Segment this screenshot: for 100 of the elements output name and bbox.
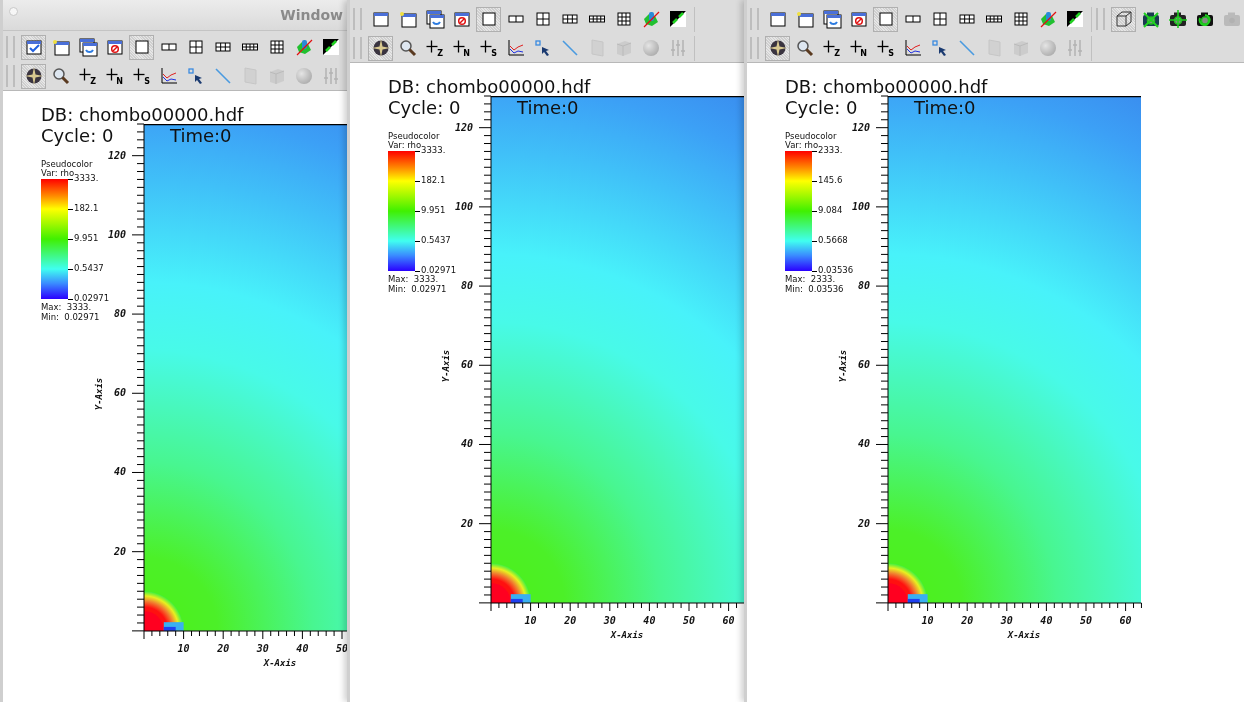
- plus-icon: [425, 39, 438, 53]
- invert-icon: [667, 9, 688, 29]
- toolbar-handle[interactable]: [750, 37, 759, 59]
- render-canvas[interactable]: 120 100 80 60 40 20 10 20 30 40 50 60 X-Axis Y-Axis DB: chombo00000.hdf Cycle: 0 Time:0 Pseudocolor Var: rho2333. 145.6 9.084 0.5668 0.03536 Max: 2333. Min: 0.03536: [747, 63, 1244, 702]
- legend-title: Pseudocolor: [388, 132, 440, 141]
- y-tick-label: 20: [857, 518, 870, 529]
- legend-label: 0.03536: [812, 266, 854, 275]
- legend-label: 0.5437: [68, 264, 104, 273]
- new-window-icon: [50, 37, 71, 57]
- x-tick-label: 60: [722, 615, 735, 626]
- legend-min: Min: 0.02971: [41, 313, 100, 322]
- low-density-region: [907, 594, 928, 603]
- pick-button[interactable]: Z: [819, 35, 844, 61]
- toolbar-button[interactable]: [765, 35, 790, 61]
- toolbar-handle[interactable]: [6, 65, 15, 87]
- legend-label: 0.5437: [415, 236, 451, 245]
- render-canvas[interactable]: 120 100 80 60 40 20 10 20 30 40 50 X-Axis Y-Axis DB: chombo00000.hdf Cycle: 0 Time:0 Pseudocolor Var: rho3333. 182.1 9.951 0.5437 0.02971 Max: 3333. Min: 0.02971: [3, 91, 347, 702]
- window-icon: [370, 9, 391, 29]
- clone-window-icon: [424, 9, 445, 29]
- y-tick-label: 80: [460, 281, 473, 292]
- y-tick-label: 100: [454, 201, 473, 212]
- plus-icon: [452, 39, 465, 53]
- x-axis-title: X-Axis: [610, 630, 644, 640]
- legend-variable: Var: rho: [785, 141, 819, 150]
- x-tick-label: 10: [177, 643, 190, 654]
- legend-label: 0.5668: [812, 236, 848, 245]
- peak-density-region: [491, 583, 511, 603]
- checked-window-icon: [23, 37, 44, 57]
- y-tick-label: 40: [857, 439, 870, 450]
- camera-icon: [1167, 9, 1188, 29]
- y-axis-title: Y-Axis: [441, 349, 451, 383]
- toolbar-handle[interactable]: [6, 36, 15, 58]
- y-tick-label: 60: [857, 360, 870, 371]
- y-tick-label: 80: [113, 309, 126, 320]
- peak-density-region: [888, 583, 908, 603]
- pick-button[interactable]: N: [102, 63, 127, 89]
- sphere-icon: [1037, 38, 1058, 58]
- y-tick-label: 80: [857, 281, 870, 292]
- plus-icon: [876, 39, 889, 53]
- legend-label: 9.084: [812, 206, 843, 215]
- invert-icon: [1064, 9, 1085, 29]
- legend-max: Max: 3333.: [41, 303, 92, 312]
- render-canvas[interactable]: 120 100 80 60 40 20 10 20 30 40 50 60 X-Axis Y-Axis DB: chombo00000.hdf Cycle: 0 Time:0 Pseudocolor Var: rho3333. 182.1 9.951 0.5437 0.02971 Max: 3333. Min: 0.02971: [350, 63, 744, 702]
- zoom-icon: [794, 38, 815, 58]
- legend-label: 0.02971: [415, 266, 457, 275]
- x-tick-label: 30: [256, 643, 269, 654]
- pick-button[interactable]: Z: [422, 35, 447, 61]
- zoom-icon: [397, 38, 418, 58]
- pick-button[interactable]: S: [129, 63, 154, 89]
- legend-variable: Var: rho: [41, 169, 75, 178]
- pick-button[interactable]: Z: [75, 63, 100, 89]
- cycle-label: Cycle: 0: [41, 127, 114, 145]
- y-tick-label: 20: [460, 518, 473, 529]
- plus-icon: [822, 39, 835, 53]
- cube-icon: [1113, 9, 1134, 29]
- x-tick-label: 40: [1040, 615, 1053, 626]
- x-axis-title: X-Axis: [263, 658, 297, 668]
- pick-button[interactable]: N: [449, 35, 474, 61]
- window-icon: [767, 9, 788, 29]
- sphere-icon: [293, 66, 314, 86]
- y-tick-label: 100: [107, 229, 126, 240]
- x-tick-label: 10: [524, 615, 537, 626]
- legend-label: 9.951: [68, 234, 99, 243]
- time-label: Time:0: [914, 99, 976, 117]
- clone-window-icon: [77, 37, 98, 57]
- pick-button[interactable]: S: [476, 35, 501, 61]
- toolbar-handle[interactable]: [353, 8, 362, 30]
- toolbar-button[interactable]: [368, 35, 393, 61]
- legend-max: Max: 2333.: [785, 275, 836, 284]
- database-label: DB: chombo00000.hdf: [388, 78, 591, 96]
- y-axis-title: Y-Axis: [838, 349, 848, 383]
- x-tick-label: 20: [217, 643, 230, 654]
- legend-label: 9.951: [415, 206, 446, 215]
- plus-icon: [849, 39, 862, 53]
- sphere-icon: [640, 38, 661, 58]
- legend-label: 182.1: [68, 204, 99, 213]
- pick-button[interactable]: S: [873, 35, 898, 61]
- y-tick-label: 60: [113, 388, 126, 399]
- database-label: DB: chombo00000.hdf: [41, 106, 244, 124]
- x-tick-label: 50: [683, 615, 695, 626]
- x-tick-label: 50: [336, 643, 347, 654]
- y-tick-label: 120: [107, 150, 126, 161]
- low-density-region: [163, 622, 184, 631]
- y-tick-label: 100: [851, 201, 870, 212]
- x-tick-label: 40: [296, 643, 309, 654]
- legend-label: 182.1: [415, 176, 446, 185]
- delete-window-icon: [104, 37, 125, 57]
- toolbar-handle[interactable]: [750, 8, 759, 30]
- toolbar-button[interactable]: [21, 63, 46, 89]
- toolbar-handle[interactable]: [1096, 8, 1105, 30]
- legend-variable: Var: rho: [388, 141, 422, 150]
- cycle-label: Cycle: 0: [388, 99, 461, 117]
- cycle-label: Cycle: 0: [785, 99, 858, 117]
- toolbar-handle[interactable]: [353, 37, 362, 59]
- x-tick-label: 30: [1000, 615, 1013, 626]
- pick-button[interactable]: N: [846, 35, 871, 61]
- database-label: DB: chombo00000.hdf: [785, 78, 988, 96]
- y-tick-label: 120: [851, 122, 870, 133]
- x-tick-label: 60: [1119, 615, 1132, 626]
- line-icon: [212, 66, 233, 86]
